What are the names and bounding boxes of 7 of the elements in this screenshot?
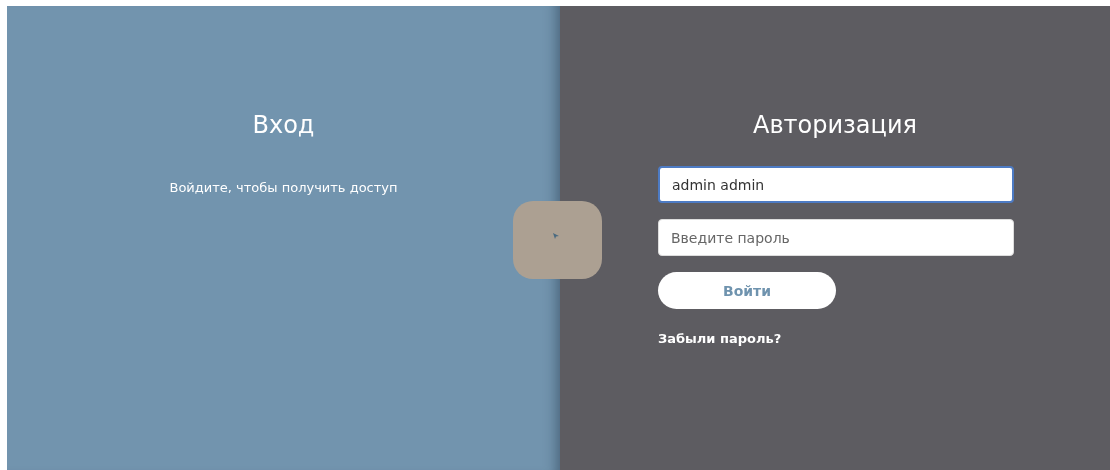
password-field[interactable]: Введите пароль	[658, 219, 1014, 256]
username-field[interactable]: admin admin	[658, 166, 1014, 203]
intro-text: Войдите, чтобы получить доступ	[169, 180, 398, 195]
cursor-icon	[552, 233, 559, 239]
login-title: Авторизация	[753, 110, 917, 141]
forgot-password-link[interactable]: Забыли пароль?	[658, 331, 782, 346]
intro-title: Вход	[252, 110, 315, 141]
